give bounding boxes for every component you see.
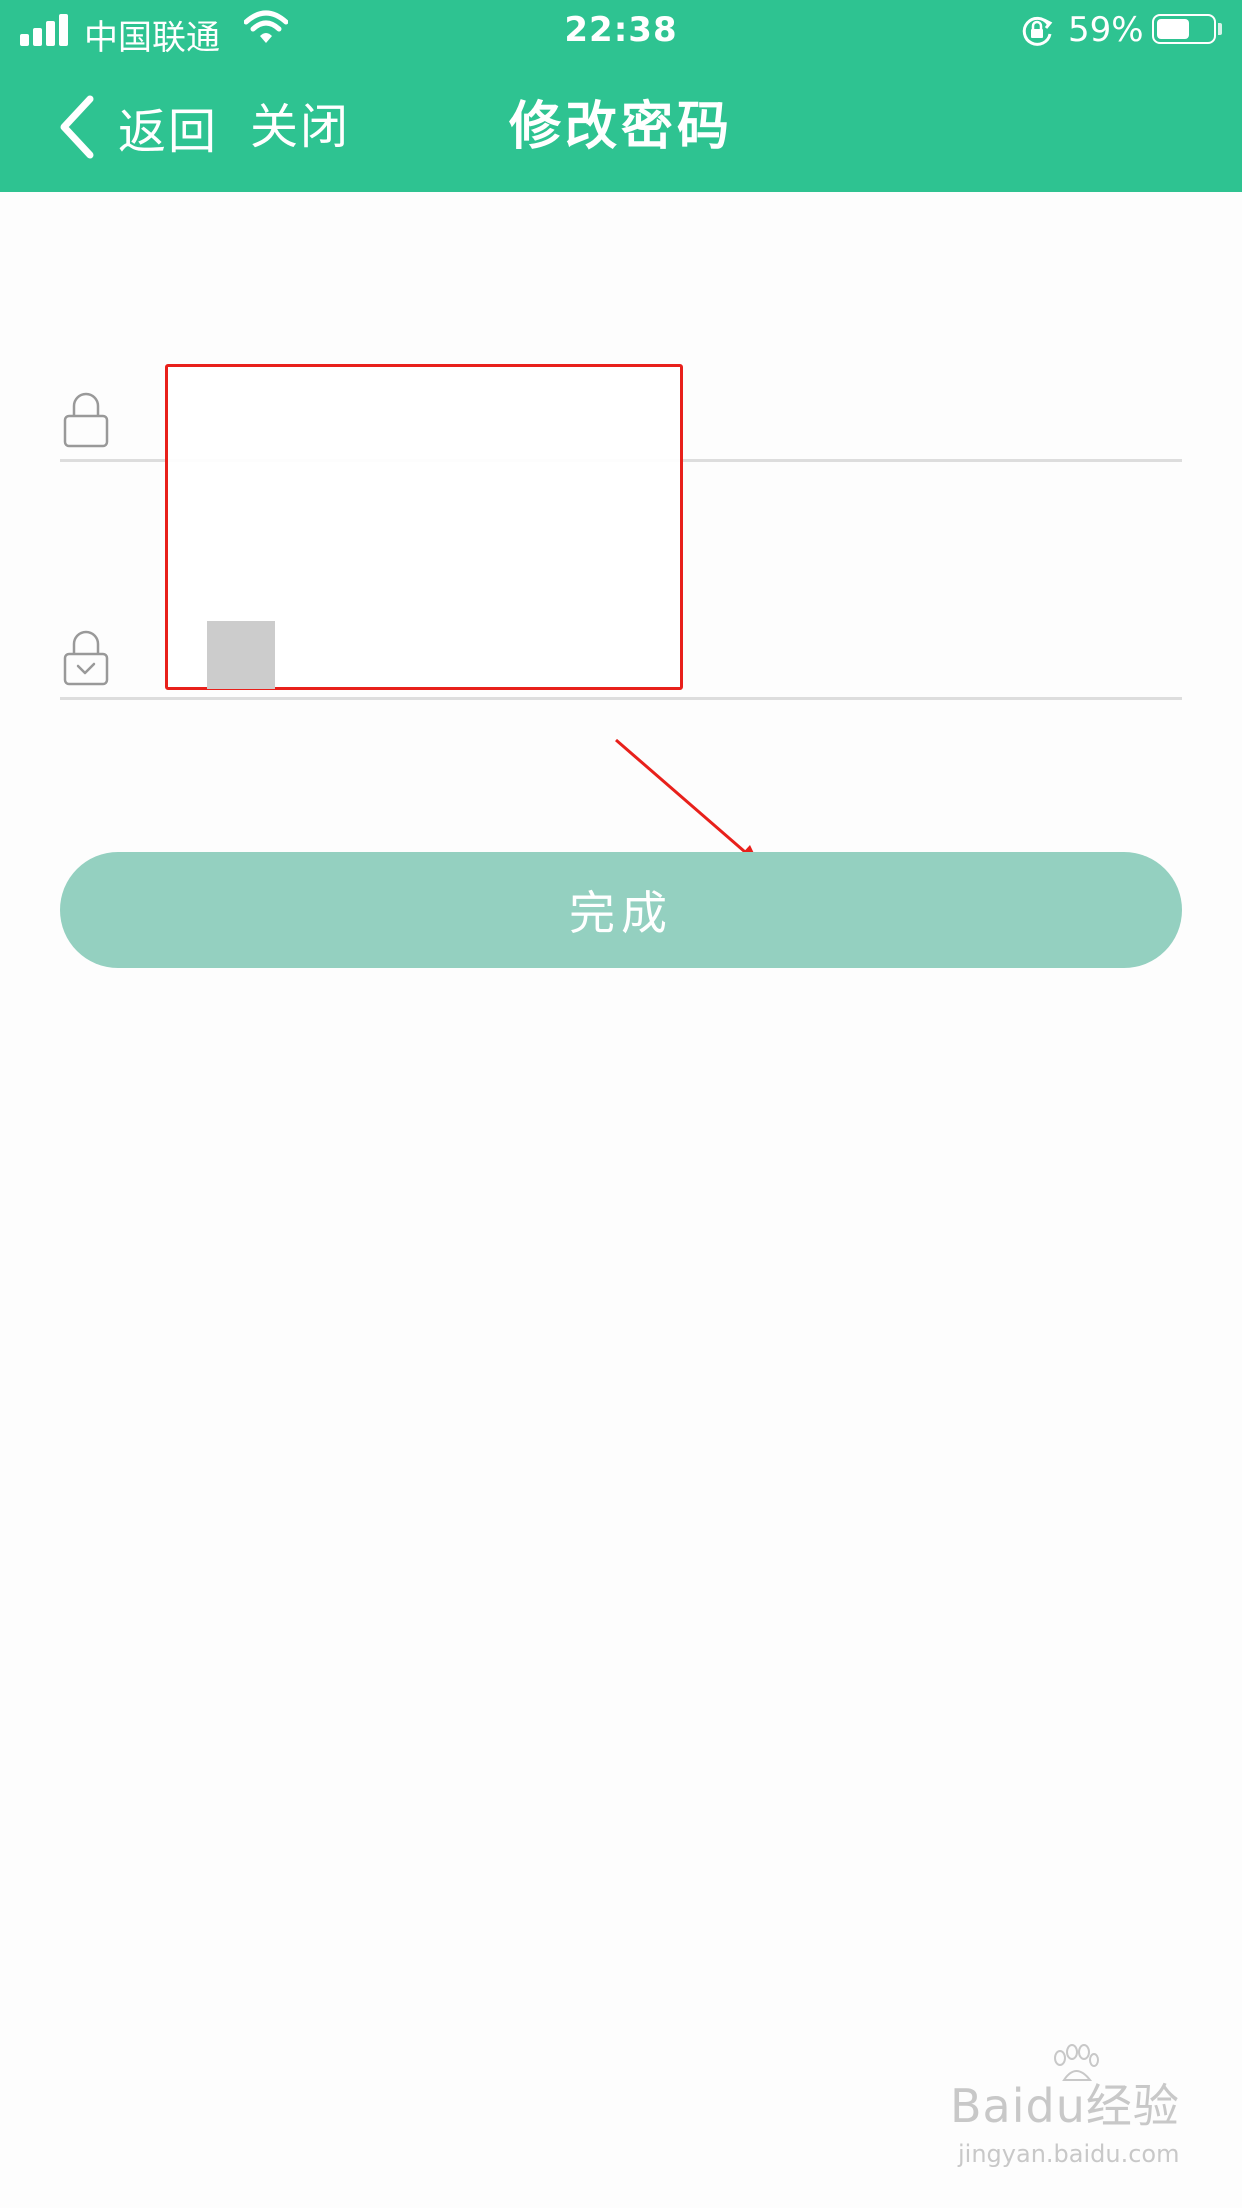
battery-icon (1152, 14, 1216, 44)
baidu-watermark: Baidu经验 jingyan.baidu.com (950, 2044, 1180, 2180)
lock-icon (63, 392, 109, 448)
redaction-block (207, 621, 275, 689)
navigation-bar: 返回 关闭 修改密码 (0, 62, 1242, 192)
done-button[interactable]: 完成 (60, 852, 1182, 968)
status-bar: 中国联通 22:38 59% (0, 0, 1242, 62)
page-title: 修改密码 (508, 97, 733, 157)
top-bar: 中国联通 22:38 59% 返回 关闭 修改密码 (0, 0, 1242, 192)
battery-percent: 59% (1068, 10, 1144, 50)
status-time: 22:38 (564, 10, 678, 50)
watermark-url: jingyan.baidu.com (958, 2140, 1180, 2168)
rotation-lock-icon (1022, 16, 1053, 46)
battery-tip (1218, 23, 1222, 35)
input-divider (60, 697, 1182, 700)
watermark-logo-text: Baidu经验 (950, 2079, 1180, 2133)
lock-check-icon (63, 630, 109, 686)
